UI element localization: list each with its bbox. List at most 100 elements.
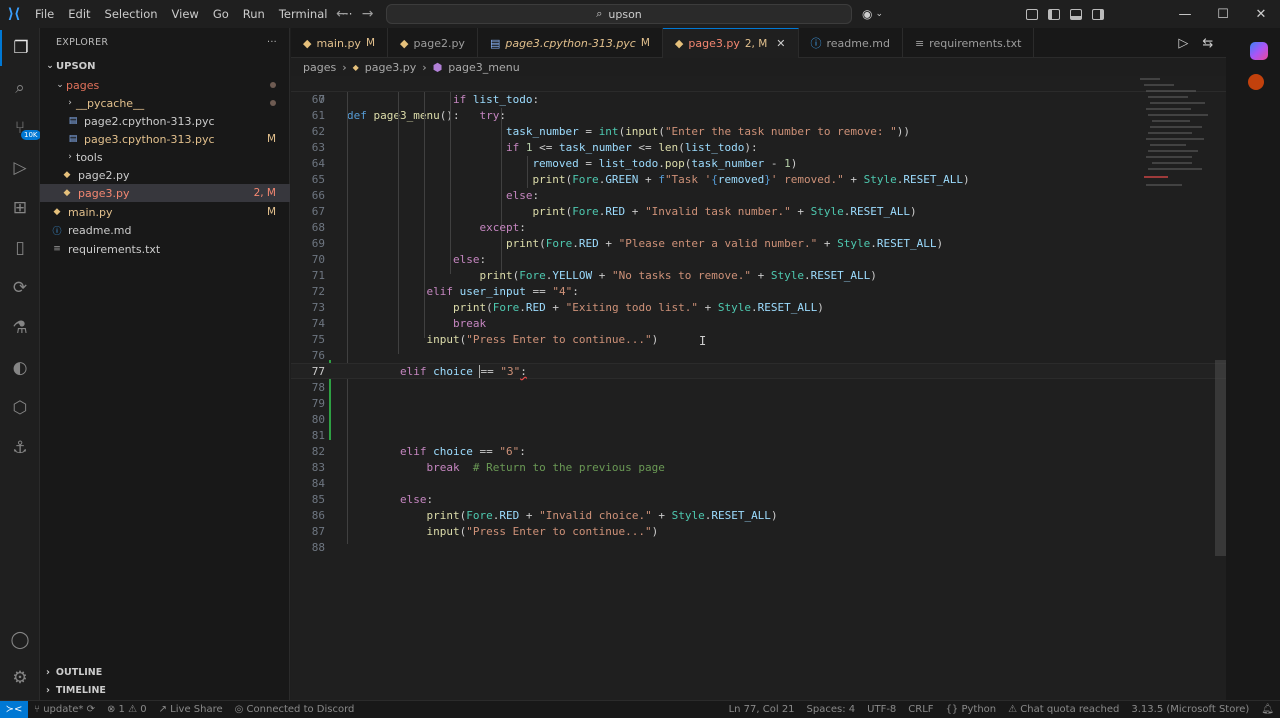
code-editor[interactable]: 7 def page3_menu(): 60 if list_todo: 61 … (291, 76, 1226, 700)
code-line[interactable]: 67 print(Fore.RED + "Invalid task number… (291, 204, 1226, 220)
tree-item-page3-pyc[interactable]: ▤ page3.cpython-313.pyc M (40, 130, 290, 148)
minimize-icon[interactable]: — (1166, 0, 1204, 28)
extensions-icon[interactable]: ⊞ (0, 190, 40, 226)
code-line[interactable]: 88 (291, 540, 1226, 556)
tree-item-page2-pyc[interactable]: ▤ page2.cpython-313.pyc (40, 112, 290, 130)
menu-run[interactable]: Run (236, 0, 272, 28)
code-line[interactable]: 74 break (291, 316, 1226, 332)
tab-page3-py[interactable]: ◆ page3.py 2, M ✕ (662, 28, 799, 58)
language-mode[interactable]: {} Python (940, 704, 1003, 715)
compare-changes-icon[interactable]: ⇆ (1202, 36, 1213, 51)
tree-item-pycache[interactable]: › __pycache__ (40, 94, 290, 112)
tab-requirements[interactable]: ≡ requirements.txt (903, 28, 1035, 58)
customize-layout-icon[interactable] (1026, 8, 1038, 20)
tree-item-requirements[interactable]: ≡ requirements.txt (40, 240, 290, 258)
indentation[interactable]: Spaces: 4 (801, 704, 862, 715)
back-arrow-icon[interactable]: ← (336, 6, 348, 22)
toggle-panel-icon[interactable] (1070, 8, 1082, 20)
toggle-primary-sidebar-icon[interactable] (1048, 8, 1060, 20)
maximize-icon[interactable]: ☐ (1204, 0, 1242, 28)
run-file-icon[interactable]: ▷ (1178, 36, 1188, 51)
code-line[interactable]: 69 print(Fore.RED + "Please enter a vali… (291, 236, 1226, 252)
code-line[interactable]: 73 print(Fore.RED + "Exiting todo list."… (291, 300, 1226, 316)
more-actions-icon[interactable]: ··· (267, 37, 277, 48)
copilot-app-icon[interactable] (1250, 42, 1268, 60)
code-line[interactable]: 60 if list_todo: (291, 92, 1226, 108)
code-line[interactable]: 86 print(Fore.RED + "Invalid choice." + … (291, 508, 1226, 524)
settings-gear-icon[interactable]: ⚙ (0, 660, 40, 696)
code-line[interactable]: 70 else: (291, 252, 1226, 268)
tab-page2-py[interactable]: ◆ page2.py (388, 28, 478, 58)
code-line[interactable]: 76 (291, 348, 1226, 364)
code-line[interactable]: 83 break # Return to the previous page (291, 460, 1226, 476)
breadcrumb-folder[interactable]: pages (303, 61, 336, 74)
code-line[interactable]: 68 except: (291, 220, 1226, 236)
code-line[interactable]: 65 print(Fore.GREEN + f"Task '{removed}'… (291, 172, 1226, 188)
tree-item-tools[interactable]: › tools (40, 148, 290, 166)
code-line[interactable]: 63 if 1 <= task_number <= len(list_todo)… (291, 140, 1226, 156)
python-interpreter[interactable]: 3.13.5 (Microsoft Store) (1125, 704, 1255, 715)
problems-indicator[interactable]: ⊗ 1 ⚠ 0 (101, 704, 153, 715)
explorer-icon[interactable]: ❐ (0, 30, 40, 66)
discord-status[interactable]: ◎ Connected to Discord (229, 704, 361, 715)
liveshare-button[interactable]: ↗ Live Share (153, 704, 229, 715)
vertical-scrollbar[interactable] (1215, 360, 1226, 556)
sticky-scroll-line[interactable]: 7 def page3_menu(): (291, 76, 1226, 122)
tab-readme[interactable]: ⓘ readme.md (799, 28, 903, 58)
code-line[interactable]: 85 else: (291, 492, 1226, 508)
menu-view[interactable]: View (165, 0, 206, 28)
code-line[interactable]: 82 elif choice == "6": (291, 444, 1226, 460)
code-line[interactable]: 61 try: (291, 108, 1226, 124)
tree-item-pages[interactable]: ⌄ pages (40, 76, 290, 94)
code-line[interactable]: 80 (291, 412, 1226, 428)
remote-indicator-icon[interactable]: ≻< (0, 700, 28, 718)
code-line[interactable]: 84 (291, 476, 1226, 492)
minimap[interactable] (1136, 76, 1216, 196)
close-icon[interactable]: ✕ (1242, 0, 1280, 28)
code-line[interactable]: 62 task_number = int(input("Enter the ta… (291, 124, 1226, 140)
line-ending[interactable]: CRLF (902, 704, 939, 715)
notifications-bell-icon[interactable]: 🔔︎ (1255, 704, 1280, 715)
search-view-icon[interactable]: ⌕ (0, 70, 40, 106)
account-icon[interactable]: ◯ (0, 622, 40, 658)
toggle-secondary-sidebar-icon[interactable] (1092, 8, 1104, 20)
code-line-current[interactable]: 77 elif choice == "3": (291, 363, 1226, 379)
encoding[interactable]: UTF-8 (861, 704, 902, 715)
code-line[interactable]: 79 (291, 396, 1226, 412)
menu-selection[interactable]: Selection (98, 0, 165, 28)
tab-page3-pyc[interactable]: ▤ page3.cpython-313.pyc M (478, 28, 663, 58)
menu-terminal[interactable]: Terminal (272, 0, 335, 28)
cursor-position[interactable]: Ln 77, Col 21 (723, 704, 801, 715)
breadcrumb-file[interactable]: page3.py (365, 61, 416, 74)
timeline-section[interactable]: › TIMELINE (40, 681, 290, 699)
code-line[interactable]: 64 removed = list_todo.pop(task_number -… (291, 156, 1226, 172)
remote-explorer-icon[interactable]: ⟳ (0, 270, 40, 306)
chat-status[interactable]: ⚠ Chat quota reached (1002, 704, 1125, 715)
run-debug-icon[interactable]: ▷ (0, 150, 40, 186)
cube-icon[interactable]: ⬡ (0, 390, 40, 426)
git-branch[interactable]: ⑂ update* ⟳ (28, 704, 101, 715)
docker-icon[interactable]: ⚓ (0, 430, 40, 466)
command-center-search[interactable]: ⌕ upson (386, 4, 852, 24)
tree-item-main-py[interactable]: ◆ main.py M (40, 203, 290, 221)
tree-item-page3-py[interactable]: ◆ page3.py 2, M (40, 184, 290, 202)
extension-app-icon[interactable] (1248, 74, 1264, 90)
forward-arrow-icon[interactable]: → (362, 6, 374, 22)
tab-main-py[interactable]: ◆ main.py M (291, 28, 389, 58)
outline-section[interactable]: › OUTLINE (40, 663, 290, 681)
close-tab-icon[interactable]: ✕ (776, 37, 785, 50)
workspace-root[interactable]: ⌄ UPSON (40, 57, 290, 75)
tree-item-readme[interactable]: ⓘ readme.md (40, 221, 290, 239)
code-line[interactable]: 72 elif user_input == "4": (291, 284, 1226, 300)
code-line[interactable]: 75 input("Press Enter to continue...") (291, 332, 1226, 348)
menu-edit[interactable]: Edit (61, 0, 97, 28)
sync-icon[interactable]: ⟳ (87, 704, 95, 715)
breadcrumb-symbol[interactable]: page3_menu (448, 61, 519, 74)
tree-item-page2-py[interactable]: ◆ page2.py (40, 166, 290, 184)
code-line[interactable]: 71 print(Fore.YELLOW + "No tasks to remo… (291, 268, 1226, 284)
testing-flask-icon[interactable]: ⚗ (0, 310, 40, 346)
source-control-icon[interactable]: ⑂ 10K (0, 110, 41, 146)
code-line[interactable]: 78 (291, 380, 1226, 396)
code-line[interactable]: 87 input("Press Enter to continue...") (291, 524, 1226, 540)
mobile-device-icon[interactable]: ▯ (0, 230, 40, 266)
